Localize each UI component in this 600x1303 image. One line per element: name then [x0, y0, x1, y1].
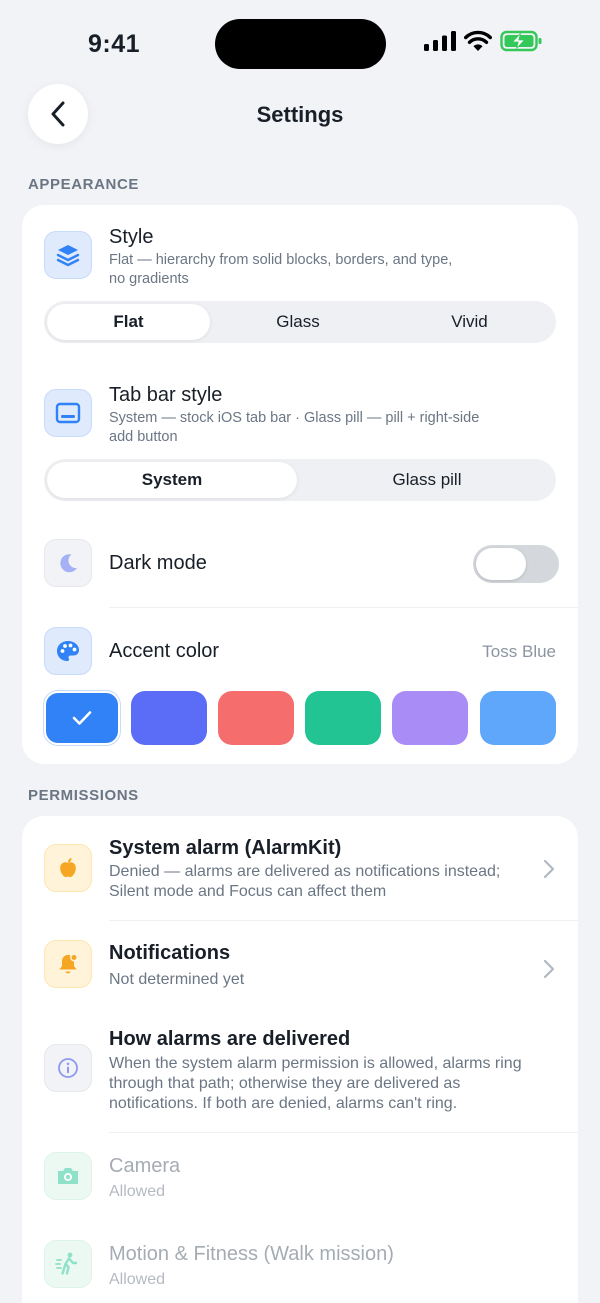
dynamic-island	[215, 19, 386, 69]
notifications-subtitle: Not determined yet	[109, 971, 245, 988]
tab-bar-style-subtitle-line1: System — stock iOS tab bar · Glass pill …	[109, 410, 480, 426]
accent-color-row: Accent color Toss Blue	[22, 627, 578, 677]
delivery-info-line2: through that path; otherwise they are de…	[109, 1075, 461, 1092]
motion-fitness-subtitle: Allowed	[109, 1271, 166, 1288]
layers-icon	[44, 231, 92, 279]
tab-bar-style-subtitle-line2: add button	[109, 429, 178, 445]
delivery-info-line3: notifications. If both are denied, alarm…	[109, 1095, 458, 1112]
accent-swatch-2[interactable]	[131, 691, 207, 745]
style-subtitle-line1: Flat — hierarchy from solid blocks, bord…	[109, 252, 453, 268]
tab-bar-segmented-control: System Glass pill	[44, 459, 556, 501]
motion-fitness-title: Motion & Fitness (Walk mission)	[109, 1243, 394, 1265]
tab-bar-icon	[44, 389, 92, 437]
system-alarm-title: System alarm (AlarmKit)	[109, 837, 342, 859]
cellular-signal-icon	[424, 31, 456, 51]
appearance-card: Style Flat — hierarchy from solid blocks…	[22, 205, 578, 764]
tab-bar-option-glass-pill[interactable]: Glass pill	[301, 462, 553, 498]
system-alarm-subtitle-line1: Denied — alarms are delivered as notific…	[109, 863, 501, 880]
style-subtitle-line2: no gradients	[109, 271, 189, 287]
battery-charging-icon	[500, 30, 542, 52]
status-icons	[424, 30, 542, 52]
dark-mode-title: Dark mode	[109, 552, 207, 574]
style-segmented-control: Flat Glass Vivid	[44, 301, 556, 343]
accent-color-title: Accent color	[109, 640, 220, 662]
camera-subtitle: Allowed	[109, 1183, 166, 1200]
apple-icon	[44, 844, 92, 892]
camera-title: Camera	[109, 1155, 181, 1177]
wifi-icon	[464, 30, 492, 51]
page-title: Settings	[256, 102, 344, 127]
notifications-row[interactable]: Notifications Not determined yet	[22, 920, 578, 1006]
camera-row: Camera Allowed	[22, 1132, 578, 1220]
dark-mode-toggle[interactable]	[473, 545, 559, 583]
tab-bar-option-system[interactable]: System	[47, 462, 297, 498]
system-alarm-row[interactable]: System alarm (AlarmKit) Denied — alarms …	[22, 816, 578, 920]
delivery-info-title: How alarms are delivered	[109, 1028, 351, 1050]
info-icon	[44, 1044, 92, 1092]
accent-swatch-4[interactable]	[305, 691, 381, 745]
notifications-title: Notifications	[109, 942, 231, 964]
accent-swatch-3[interactable]	[218, 691, 294, 745]
toggle-knob	[476, 548, 526, 580]
delivery-info-row: How alarms are delivered When the system…	[22, 1006, 578, 1132]
dark-mode-row: Dark mode	[22, 539, 578, 607]
checkmark-icon	[72, 711, 92, 725]
delivery-info-line1: When the system alarm permission is allo…	[109, 1055, 522, 1072]
walking-icon	[44, 1240, 92, 1288]
camera-icon	[44, 1152, 92, 1200]
tab-bar-style-title: Tab bar style	[109, 384, 223, 406]
accent-swatch-1[interactable]	[44, 691, 120, 745]
bell-icon	[44, 940, 92, 988]
status-bar: 9:41	[0, 0, 600, 90]
accent-swatch-5[interactable]	[392, 691, 468, 745]
accent-swatch-6[interactable]	[480, 691, 556, 745]
style-title: Style	[109, 226, 154, 248]
status-time: 9:41	[88, 30, 141, 58]
accent-swatches	[22, 691, 578, 745]
accent-color-value: Toss Blue	[482, 642, 556, 661]
style-option-vivid[interactable]: Vivid	[386, 304, 553, 340]
style-option-flat[interactable]: Flat	[47, 304, 210, 340]
permissions-card: System alarm (AlarmKit) Denied — alarms …	[22, 816, 578, 1303]
section-header-appearance: APPEARANCE	[28, 176, 140, 193]
chevron-right-icon	[543, 859, 555, 879]
chevron-right-icon	[543, 959, 555, 979]
motion-fitness-row: Motion & Fitness (Walk mission) Allowed	[22, 1220, 578, 1303]
palette-icon	[44, 627, 92, 675]
moon-icon	[44, 539, 92, 587]
system-alarm-subtitle-line2: Silent mode and Focus can affect them	[109, 883, 387, 900]
nav-bar: Settings	[0, 84, 600, 146]
style-option-glass[interactable]: Glass	[214, 304, 382, 340]
section-header-permissions: PERMISSIONS	[28, 787, 139, 804]
divider	[109, 607, 578, 608]
